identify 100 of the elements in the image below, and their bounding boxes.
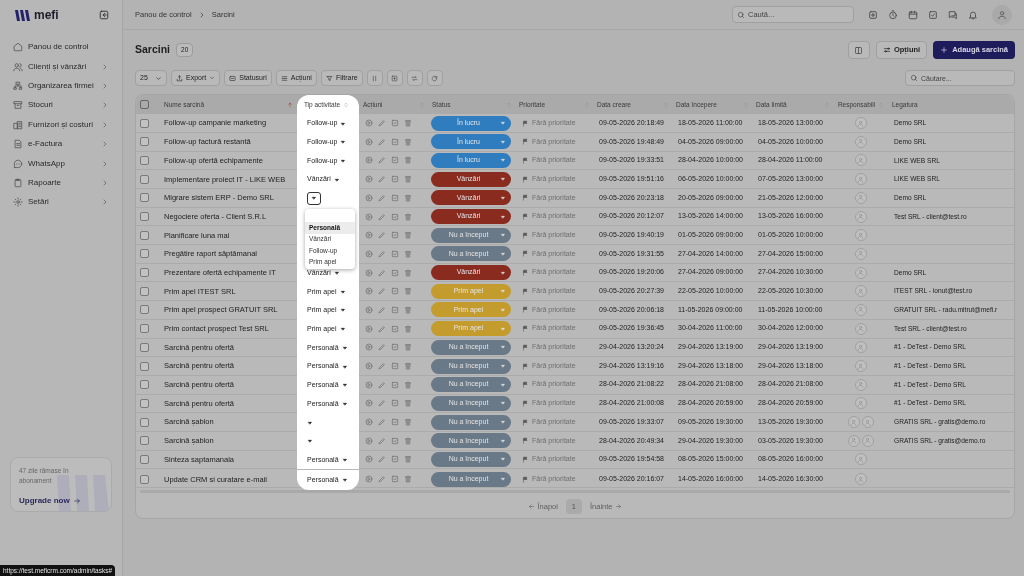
assignee-avatar[interactable] [847, 434, 860, 447]
select-all-checkbox[interactable] [140, 100, 149, 110]
complete-icon[interactable] [391, 305, 399, 314]
assignee-avatar[interactable] [847, 416, 860, 429]
start-icon[interactable] [365, 193, 373, 202]
row-checkbox[interactable] [140, 305, 149, 315]
add-row-button[interactable] [386, 70, 403, 86]
row-checkbox[interactable] [140, 324, 149, 334]
start-icon[interactable] [365, 380, 373, 389]
assignee-avatar[interactable] [854, 229, 867, 242]
complete-icon[interactable] [391, 287, 399, 296]
delete-icon[interactable] [404, 212, 412, 221]
complete-icon[interactable] [391, 399, 399, 408]
complete-icon[interactable] [391, 436, 399, 445]
assignee-avatar[interactable] [854, 247, 867, 260]
start-icon[interactable] [365, 119, 373, 128]
row-checkbox[interactable] [140, 286, 149, 296]
upgrade-link[interactable]: Upgrade now [19, 495, 81, 507]
row-checkbox[interactable] [140, 454, 149, 464]
edit-icon[interactable] [378, 343, 386, 352]
edit-icon[interactable] [378, 455, 386, 464]
complete-icon[interactable] [391, 212, 399, 221]
assignee-avatar[interactable] [854, 341, 867, 354]
assignee-avatar[interactable] [854, 191, 867, 204]
collapse-sidebar-icon[interactable] [99, 10, 109, 20]
assignee-avatar[interactable] [854, 473, 867, 486]
row-checkbox[interactable] [140, 174, 149, 184]
add-icon[interactable] [868, 9, 878, 20]
edit-icon[interactable] [378, 268, 386, 277]
assignee-avatar[interactable] [854, 360, 867, 373]
sidebar-item[interactable]: Panou de control [10, 38, 112, 57]
assignee-avatar[interactable] [854, 322, 867, 335]
sidebar-item[interactable]: Stocuri [10, 96, 112, 115]
complete-icon[interactable] [391, 193, 399, 202]
delete-icon[interactable] [404, 119, 412, 128]
sort-ascending-icon[interactable] [287, 101, 293, 108]
task-icon[interactable] [928, 9, 938, 20]
sort-icon[interactable] [343, 101, 350, 108]
activity-type-dropdown[interactable] [307, 438, 313, 445]
row-checkbox[interactable] [140, 212, 149, 222]
delete-icon[interactable] [404, 475, 412, 484]
complete-icon[interactable] [391, 418, 399, 427]
assignee-avatar[interactable] [854, 117, 867, 130]
start-icon[interactable] [365, 156, 373, 165]
complete-icon[interactable] [391, 268, 399, 277]
delete-icon[interactable] [404, 268, 412, 277]
row-checkbox[interactable] [140, 380, 149, 390]
complete-icon[interactable] [391, 324, 399, 333]
delete-icon[interactable] [404, 175, 412, 184]
assignee-avatar[interactable] [854, 453, 867, 466]
start-icon[interactable] [365, 212, 373, 221]
complete-icon[interactable] [391, 380, 399, 389]
assignee-avatar[interactable] [854, 303, 867, 316]
complete-icon[interactable] [391, 249, 399, 258]
complete-icon[interactable] [391, 175, 399, 184]
delete-icon[interactable] [404, 455, 412, 464]
row-checkbox[interactable] [140, 137, 149, 147]
activity-type-dropdown[interactable] [307, 419, 313, 426]
notifications-icon[interactable] [968, 9, 978, 20]
start-icon[interactable] [365, 268, 373, 277]
row-checkbox[interactable] [140, 436, 149, 446]
timer-icon[interactable] [888, 9, 898, 20]
delete-icon[interactable] [404, 399, 412, 408]
chat-icon[interactable] [948, 9, 958, 20]
assignee-avatar[interactable] [854, 135, 867, 148]
start-icon[interactable] [365, 362, 373, 371]
start-icon[interactable] [365, 399, 373, 408]
row-checkbox[interactable] [140, 361, 149, 371]
assignee-avatar[interactable] [854, 378, 867, 391]
delete-icon[interactable] [404, 380, 412, 389]
grid-button[interactable] [366, 70, 383, 86]
start-icon[interactable] [365, 343, 373, 352]
delete-icon[interactable] [404, 418, 412, 427]
complete-icon[interactable] [391, 137, 399, 146]
swap-button[interactable] [406, 70, 423, 86]
row-checkbox[interactable] [140, 398, 149, 408]
complete-icon[interactable] [391, 119, 399, 128]
delete-icon[interactable] [404, 231, 412, 240]
assignee-avatar[interactable] [854, 266, 867, 279]
sidebar-item[interactable]: WhatsApp [10, 154, 112, 173]
assignee-avatar[interactable] [854, 210, 867, 223]
assignee-avatar[interactable] [861, 416, 874, 429]
delete-icon[interactable] [404, 436, 412, 445]
start-icon[interactable] [365, 231, 373, 240]
assignee-avatar[interactable] [854, 173, 867, 186]
activity-type-select[interactable] [307, 191, 321, 205]
sidebar-item[interactable]: Organizarea firmei [10, 76, 112, 96]
delete-icon[interactable] [404, 137, 412, 146]
delete-icon[interactable] [404, 249, 412, 258]
delete-icon[interactable] [404, 193, 412, 202]
start-icon[interactable] [365, 175, 373, 184]
delete-icon[interactable] [404, 324, 412, 333]
row-checkbox[interactable] [140, 193, 149, 203]
edit-icon[interactable] [378, 156, 386, 165]
assignee-avatar[interactable] [854, 154, 867, 167]
row-checkbox[interactable] [140, 118, 149, 128]
edit-icon[interactable] [378, 212, 386, 221]
sidebar-item[interactable]: Furnizori și costuri [10, 115, 112, 134]
complete-icon[interactable] [391, 475, 399, 484]
start-icon[interactable] [365, 436, 373, 445]
